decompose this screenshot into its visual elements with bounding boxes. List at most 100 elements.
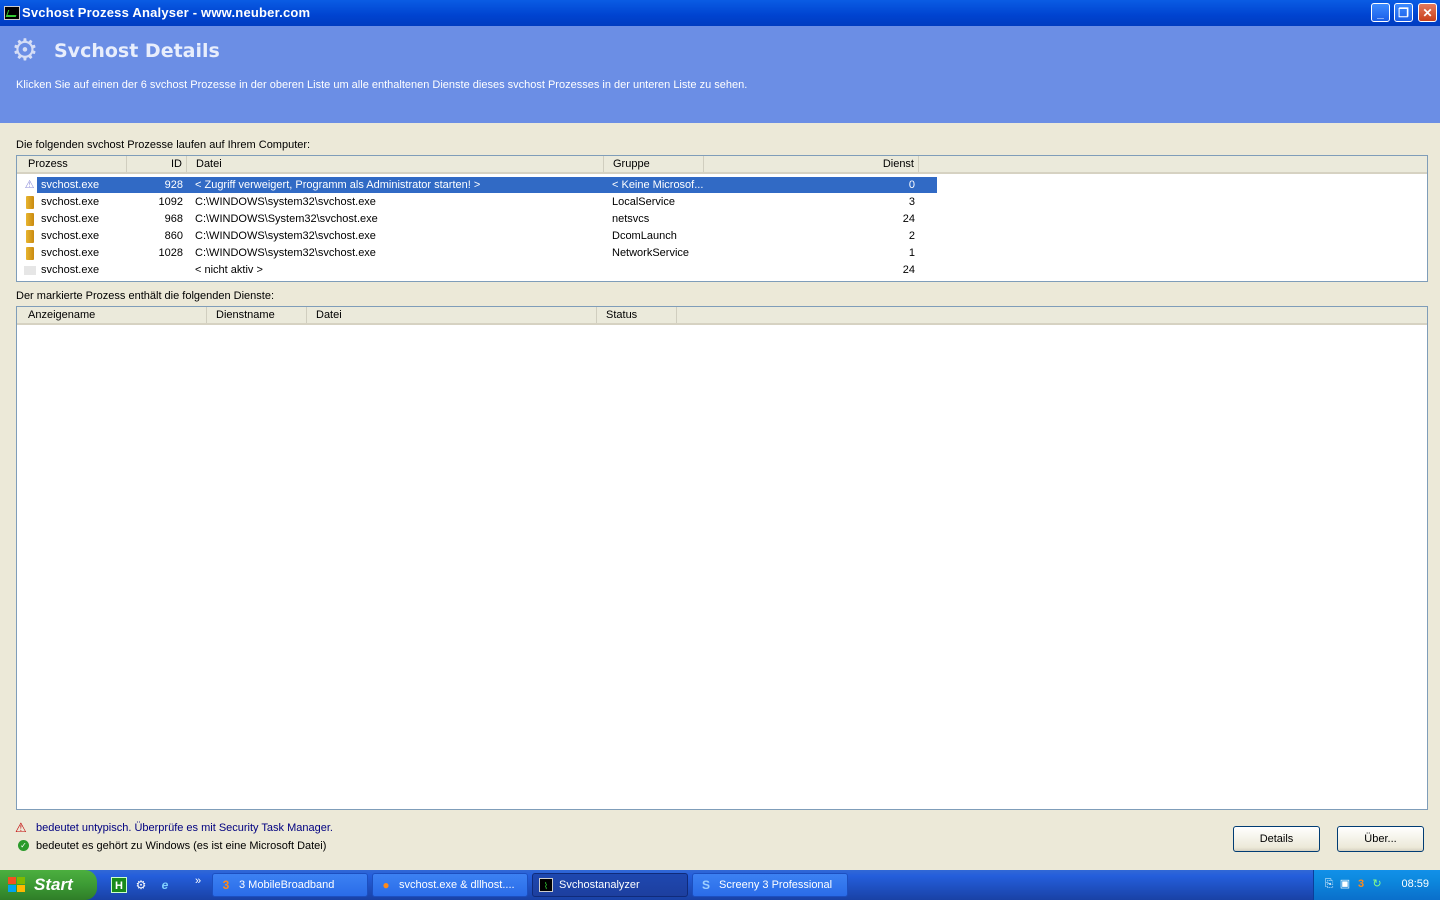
taskbar-item-label: svchost.exe & dllhost....: [399, 879, 515, 891]
table-row[interactable]: svchost.exe 1028 C:\WINDOWS\system32\svc…: [19, 245, 1426, 262]
table-row[interactable]: svchost.exe < nicht aktiv > 24: [19, 262, 1426, 279]
row-file: C:\WINDOWS\System32\svchost.exe: [195, 213, 378, 225]
row-file: C:\WINDOWS\system32\svchost.exe: [195, 196, 376, 208]
row-name: svchost.exe: [41, 179, 100, 191]
clock: 08:59: [1401, 878, 1429, 890]
row-services: 3: [908, 196, 915, 208]
details-button[interactable]: Details: [1233, 826, 1320, 852]
minimize-icon: _: [1377, 6, 1384, 20]
row-id: [131, 263, 183, 278]
quicklaunch-settings-icon[interactable]: ⚙: [133, 877, 149, 893]
folder-icon: [26, 213, 34, 226]
update-icon[interactable]: ↻: [1370, 877, 1384, 891]
header-banner: ⚙ Svchost Details Klicken Sie auf einen …: [0, 26, 1440, 123]
3-logo-icon: 3: [222, 878, 230, 892]
start-label: Start: [34, 875, 73, 894]
col-datei[interactable]: Datei: [307, 307, 597, 323]
display-icon[interactable]: ▣: [1338, 877, 1352, 891]
start-button[interactable]: Start: [0, 870, 97, 900]
row-name: svchost.exe: [41, 196, 100, 208]
gear-icon: ⚙: [11, 34, 39, 67]
about-button[interactable]: Über...: [1337, 826, 1424, 852]
row-group: DcomLaunch: [612, 230, 677, 242]
taskbar: Start H ⚙ e » 3 3 MobileBroadband ● svch…: [0, 870, 1440, 900]
taskbar-item-label: 3 MobileBroadband: [239, 879, 335, 891]
table-row[interactable]: svchost.exe 1092 C:\WINDOWS\system32\svc…: [19, 194, 1426, 211]
system-tray: ⎘ ▣ 3 ↻ 08:59: [1313, 870, 1440, 900]
taskbar-item[interactable]: 3 3 MobileBroadband: [212, 873, 368, 897]
row-id: 968: [164, 213, 183, 225]
row-services: 24: [902, 264, 915, 276]
app-monitor-icon: [4, 6, 20, 20]
row-file: < Zugriff verweigert, Programm als Admin…: [195, 179, 481, 191]
row-services: 24: [902, 213, 915, 225]
col-id[interactable]: ID: [127, 156, 187, 172]
network-icon[interactable]: ⎘: [1322, 877, 1336, 891]
process-list-label: Die folgenden svchost Prozesse laufen au…: [16, 139, 311, 151]
col-datei[interactable]: Datei: [187, 156, 604, 172]
restore-icon: ❐: [1398, 6, 1409, 20]
row-group: [612, 263, 707, 278]
col-status[interactable]: Status: [597, 307, 677, 323]
col-dienstname[interactable]: Dienstname: [207, 307, 307, 323]
row-file: < nicht aktiv >: [195, 264, 263, 276]
services-list-header: Anzeigename Dienstname Datei Status: [17, 307, 1427, 325]
row-group: LocalService: [612, 196, 675, 208]
close-button[interactable]: ✕: [1418, 3, 1437, 22]
row-name: svchost.exe: [41, 230, 100, 242]
row-id: 860: [164, 230, 183, 242]
taskbar-item[interactable]: ⌇ Svchostanalyzer: [532, 873, 688, 897]
row-name: svchost.exe: [41, 264, 100, 276]
col-dienst[interactable]: Dienst: [704, 156, 919, 172]
restore-button[interactable]: ❐: [1394, 3, 1413, 22]
row-id: 1028: [158, 247, 183, 259]
monitor-icon: ⌇: [539, 878, 553, 892]
table-row[interactable]: svchost.exe 860 C:\WINDOWS\system32\svch…: [19, 228, 1426, 245]
row-file: C:\WINDOWS\system32\svchost.exe: [195, 230, 376, 242]
folder-icon: [26, 196, 34, 209]
header-description: Klicken Sie auf einen der 6 svchost Proz…: [16, 79, 748, 91]
windows-logo-icon: [8, 877, 26, 893]
row-group: netsvcs: [612, 213, 650, 225]
process-list-header: Prozess ID Datei Gruppe Dienst: [17, 156, 1427, 174]
close-icon: ✕: [1422, 6, 1433, 20]
warning-icon: ⚠: [24, 179, 35, 191]
col-anzeigename[interactable]: Anzeigename: [19, 307, 207, 323]
col-gruppe[interactable]: Gruppe: [604, 156, 704, 172]
window-title: Svchost Prozess Analyser - www.neuber.co…: [22, 5, 311, 20]
internet-explorer-icon[interactable]: e: [157, 877, 173, 893]
row-services: 2: [908, 230, 915, 242]
3-logo-icon[interactable]: 3: [1354, 877, 1368, 891]
row-group: NetworkService: [612, 247, 690, 259]
title-bar[interactable]: Svchost Prozess Analyser - www.neuber.co…: [0, 0, 1440, 26]
legend-ok-text: bedeutet es gehört zu Windows (es ist ei…: [36, 840, 327, 852]
taskbar-item[interactable]: S Screeny 3 Professional: [692, 873, 848, 897]
process-list[interactable]: Prozess ID Datei Gruppe Dienst ⚠ svchost…: [16, 155, 1428, 282]
page-title: Svchost Details: [54, 40, 220, 62]
row-file: C:\WINDOWS\system32\svchost.exe: [195, 247, 376, 259]
warning-icon: ⚠: [15, 820, 27, 835]
row-name: svchost.exe: [41, 247, 100, 259]
table-row[interactable]: ⚠ svchost.exe 928 < Zugriff verweigert, …: [19, 177, 1426, 194]
quicklaunch-overflow-icon[interactable]: »: [190, 873, 206, 889]
legend-warning-text: bedeutet untypisch. Überprüfe es mit Sec…: [36, 822, 333, 834]
row-services: 0: [908, 179, 915, 191]
row-services: 1: [908, 247, 915, 259]
col-prozess[interactable]: Prozess: [19, 156, 127, 172]
minimize-button[interactable]: _: [1371, 3, 1390, 22]
taskbar-item-label: Screeny 3 Professional: [719, 879, 833, 891]
row-id: 928: [164, 179, 183, 191]
row-id: 1092: [158, 196, 183, 208]
services-list[interactable]: Anzeigename Dienstname Datei Status: [16, 306, 1428, 810]
taskbar-item-label: Svchostanalyzer: [559, 879, 640, 891]
taskbar-item[interactable]: ● svchost.exe & dllhost....: [372, 873, 528, 897]
quicklaunch-h-icon[interactable]: H: [111, 877, 127, 893]
check-icon: ✓: [18, 840, 29, 851]
screeny-icon: S: [701, 878, 710, 892]
folder-icon: [26, 247, 34, 260]
row-group: < Keine Microsof...: [612, 179, 704, 191]
inactive-process-icon: [24, 266, 36, 275]
table-row[interactable]: svchost.exe 968 C:\WINDOWS\System32\svch…: [19, 211, 1426, 228]
row-name: svchost.exe: [41, 213, 100, 225]
firefox-icon: ●: [382, 878, 390, 892]
